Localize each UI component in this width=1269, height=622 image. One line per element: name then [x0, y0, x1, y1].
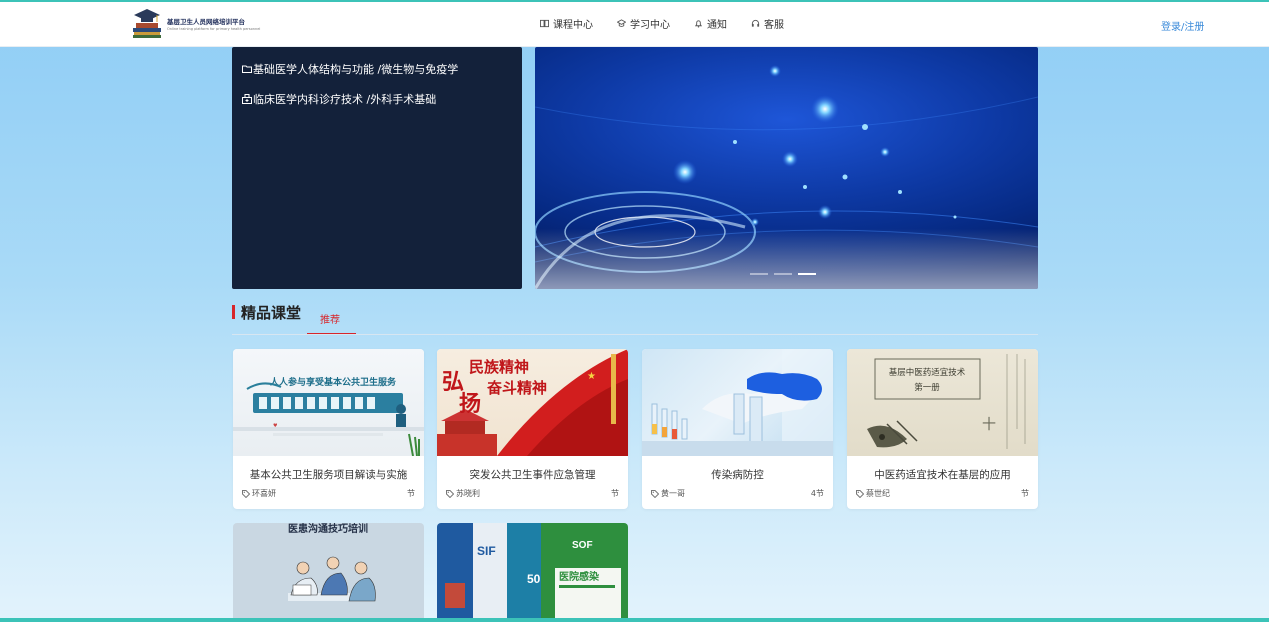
course-thumbnail: 弘 扬 民族精神 奋斗精神 ★: [437, 349, 628, 456]
main-nav: 课程中心 学习中心 通知 客服: [540, 0, 808, 47]
course-author-name: 环喜妍: [252, 489, 276, 498]
nav-support-label: 客服: [764, 20, 784, 31]
tag-icon: [856, 489, 864, 498]
bell-icon: [694, 20, 703, 28]
course-author-name: 黄一哥: [661, 489, 685, 498]
card4-title: 基层中医药适宜技术: [889, 367, 966, 378]
course-lesson-count: 4节: [810, 489, 824, 498]
course-author: 环喜妍: [242, 488, 276, 499]
carousel-dot[interactable]: [750, 273, 768, 275]
tag-icon: [242, 489, 250, 498]
nav-course-center-label: 课程中心: [553, 20, 593, 31]
tag-icon: [651, 489, 659, 498]
hero-banner[interactable]: [535, 47, 1038, 289]
site-logo[interactable]: 基层卫生人员网络培训平台 Online training platform fo…: [130, 5, 260, 41]
category-basic-medicine-label: 基础医学人体结构与功能 /微生物与免疫学: [253, 63, 459, 76]
card2-line-2: 奋斗精神: [486, 379, 547, 397]
svg-text:♥: ♥: [273, 423, 278, 429]
course-thumbnail: 医患沟通技巧培训: [233, 523, 424, 618]
card6-text-d: 50: [527, 572, 541, 586]
course-lesson-count: 节: [611, 489, 619, 498]
course-thumbnail: [642, 349, 833, 456]
course-thumbnail: 基层中医药适宜技术 第一册 十: [847, 349, 1038, 456]
course-author-name: 苏晓利: [456, 489, 480, 498]
carousel-dot-active[interactable]: [798, 273, 816, 275]
course-thumbnail: 人人参与享受基本公共卫生服务 ♥: [233, 349, 424, 456]
category-clinical-medicine[interactable]: 临床医学内科诊疗技术 /外科手术基础: [242, 90, 512, 108]
book-icon: [540, 19, 549, 28]
course-card-partial[interactable]: 医患沟通技巧培训: [233, 523, 424, 618]
course-title: 中医药适宜技术在基层的应用: [874, 469, 1011, 481]
tab-recommended[interactable]: 推荐: [320, 311, 340, 326]
card2-line-1: 民族精神: [469, 358, 529, 376]
study-icon: [617, 19, 626, 27]
course-card[interactable]: 弘 扬 民族精神 奋斗精神 ★ 突发公共卫生事件应急管理 苏晓利 节: [437, 349, 628, 509]
nav-notice-label: 通知: [707, 20, 727, 31]
folder-icon: [242, 65, 252, 73]
logo-subtitle: Online training platform for primary hea…: [167, 26, 261, 31]
nav-notice[interactable]: 通知: [694, 16, 727, 31]
section-title: 精品课堂: [241, 304, 302, 322]
course-title: 基本公共卫生服务项目解读与实施: [249, 469, 408, 481]
section-divider: [232, 334, 1038, 335]
card4-subtitle: 第一册: [914, 382, 940, 393]
nav-study-center-label: 学习中心: [630, 20, 670, 31]
card6-text-a: SOF: [572, 540, 593, 551]
course-title: 突发公共卫生事件应急管理: [469, 469, 596, 481]
category-clinical-medicine-label: 临床医学内科诊疗技术 /外科手术基础: [253, 93, 437, 106]
course-title: 传染病防控: [711, 469, 764, 481]
login-register-link[interactable]: 登录/注册: [1161, 18, 1204, 33]
bottom-accent-line: [0, 618, 1269, 622]
course-lesson-count: 节: [407, 489, 415, 498]
section-accent-bar: [232, 305, 235, 319]
carousel-dot[interactable]: [774, 273, 792, 275]
course-author: 苏晓利: [446, 488, 480, 499]
card1-banner-text: 人人参与享受基本公共卫生服务: [269, 376, 397, 387]
card5-banner-text: 医患沟通技巧培训: [288, 523, 368, 535]
course-author-name: 蔡世纪: [866, 489, 890, 498]
logo-graduation-icon: [130, 6, 164, 40]
card6-text-b: 医院感染: [559, 570, 600, 583]
course-card[interactable]: 传染病防控 黄一哥 4节: [642, 349, 833, 509]
top-header: 基层卫生人员网络培训平台 Online training platform fo…: [0, 0, 1269, 47]
nav-support[interactable]: 客服: [751, 16, 784, 31]
svg-text:十: 十: [982, 417, 996, 433]
course-author: 蔡世纪: [856, 488, 890, 499]
card2-big-char-2: 扬: [459, 391, 481, 417]
headset-icon: [751, 19, 760, 27]
tag-icon: [446, 489, 454, 498]
course-author: 黄一哥: [651, 488, 685, 499]
card6-text-c: SIF: [477, 544, 496, 558]
logo-title: 基层卫生人员网络培训平台: [167, 17, 245, 26]
category-panel: 基础医学人体结构与功能 /微生物与免疫学 临床医学内科诊疗技术 /外科手术基础: [232, 47, 522, 289]
svg-text:★: ★: [587, 371, 596, 382]
nav-course-center[interactable]: 课程中心: [540, 16, 593, 31]
course-card[interactable]: 人人参与享受基本公共卫生服务 ♥ 基本公共卫生服务项目解读与实施 环喜妍 节: [233, 349, 424, 509]
category-basic-medicine[interactable]: 基础医学人体结构与功能 /微生物与免疫学: [242, 60, 512, 78]
clinic-icon: [242, 94, 252, 104]
course-card[interactable]: 基层中医药适宜技术 第一册 十 中医药适宜技术在基层的应用 蔡世纪 节: [847, 349, 1038, 509]
course-card-partial[interactable]: SIF 50 SOF 医院感染: [437, 523, 628, 618]
banner-tech-globe-image: [535, 47, 1038, 289]
course-thumbnail: SIF 50 SOF 医院感染: [437, 523, 628, 618]
course-lesson-count: 节: [1021, 489, 1029, 498]
nav-study-center[interactable]: 学习中心: [617, 16, 670, 31]
banner-carousel-dots: [750, 273, 816, 275]
